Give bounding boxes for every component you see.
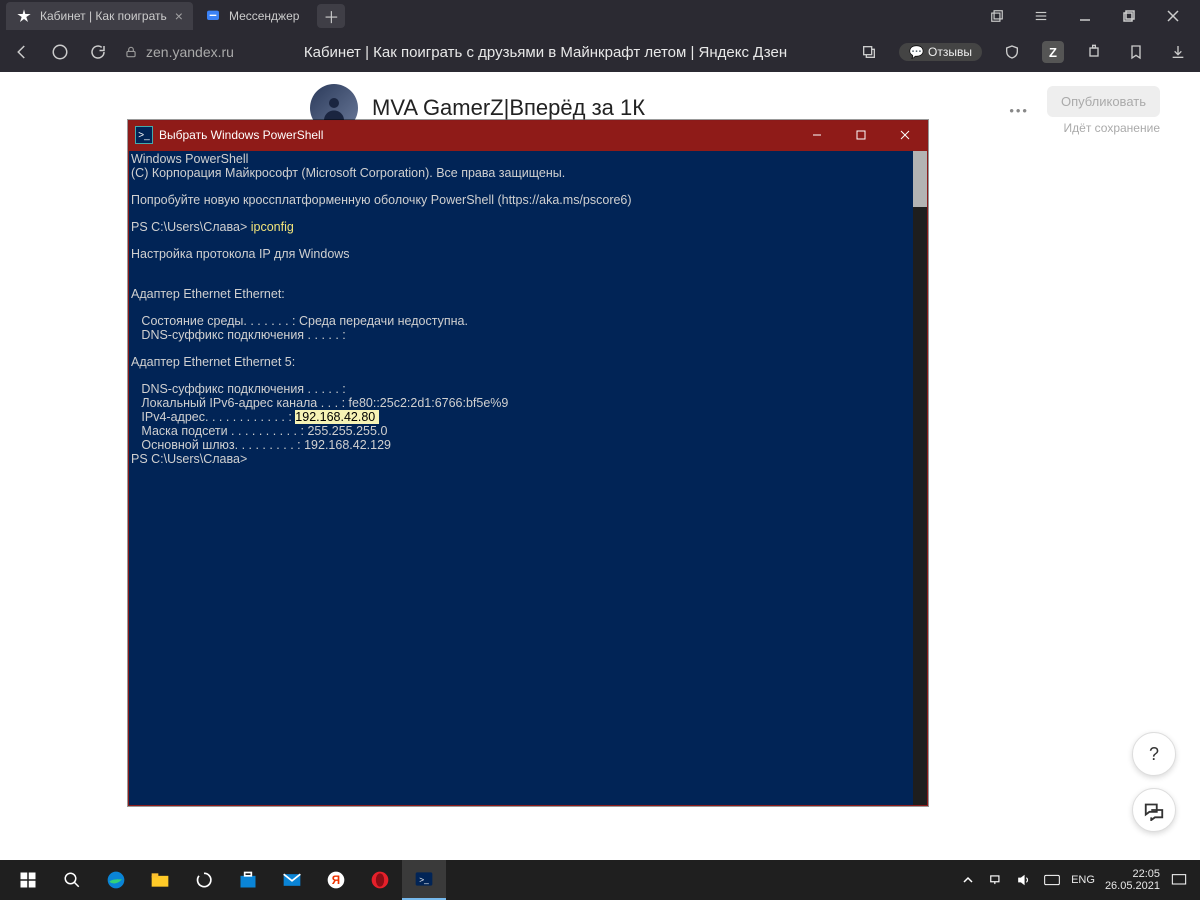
- powershell-title: Выбрать Windows PowerShell: [159, 128, 323, 142]
- taskbar-opera-icon[interactable]: [358, 860, 402, 900]
- ps-line: Попробуйте новую кроссплатформенную обол…: [131, 193, 632, 207]
- ps-ipv4-label: IPv4-адрес. . . . . . . . . . . . :: [131, 410, 295, 424]
- powershell-titlebar[interactable]: >_ Выбрать Windows PowerShell: [129, 121, 927, 149]
- ps-line: Адаптер Ethernet Ethernet:: [131, 287, 285, 301]
- yandex-home-icon[interactable]: [48, 40, 72, 64]
- tab-strip: Кабинет | Как поиграть × Мессенджер ＋: [0, 0, 1200, 32]
- window-minimize-icon[interactable]: [1072, 3, 1098, 29]
- ps-minimize-icon[interactable]: [795, 121, 839, 149]
- reviews-label: Отзывы: [928, 45, 972, 59]
- url-field[interactable]: zen.yandex.ru: [124, 44, 234, 60]
- taskbar-mail-icon[interactable]: [270, 860, 314, 900]
- close-tab-icon[interactable]: ×: [175, 8, 183, 24]
- zen-chip-icon[interactable]: Z: [1042, 41, 1064, 63]
- address-bar: zen.yandex.ru Кабинет | Как поиграть с д…: [0, 32, 1200, 72]
- ps-line: Windows PowerShell: [131, 152, 248, 166]
- taskbar-spiral-icon[interactable]: [182, 860, 226, 900]
- ps-prompt: PS C:\Users\Слава>: [131, 452, 247, 466]
- more-options-icon[interactable]: •••: [1009, 103, 1029, 118]
- chat-icon: [205, 8, 221, 24]
- ps-line: Основной шлюз. . . . . . . . . : 192.168…: [131, 438, 391, 452]
- powershell-window: >_ Выбрать Windows PowerShell Windows Po…: [128, 120, 928, 806]
- svg-text:Я: Я: [332, 874, 340, 887]
- ps-maximize-icon[interactable]: [839, 121, 883, 149]
- help-fab[interactable]: ?: [1132, 732, 1176, 776]
- duplicate-tab-icon[interactable]: [984, 3, 1010, 29]
- page-title: Кабинет | Как поиграть с друзьями в Майн…: [304, 44, 787, 61]
- taskbar-store-icon[interactable]: [226, 860, 270, 900]
- url-text: zen.yandex.ru: [146, 44, 234, 60]
- tab-label: Мессенджер: [229, 9, 299, 23]
- taskbar: Я >_ ENG 22:05 26.05.2021: [0, 860, 1200, 900]
- downloads-icon[interactable]: [1166, 40, 1190, 64]
- channel-title: MVA GamerZ|Вперёд за 1К: [372, 95, 645, 121]
- saving-status: Идёт сохранение: [1047, 121, 1160, 135]
- speech-bubble-icon: 💬: [909, 45, 924, 59]
- powershell-body[interactable]: Windows PowerShell (C) Корпорация Майкро…: [129, 149, 927, 805]
- ps-scrollbar[interactable]: [913, 151, 927, 805]
- taskbar-yandex-icon[interactable]: Я: [314, 860, 358, 900]
- window-close-icon[interactable]: [1160, 3, 1186, 29]
- tray-keyboard-icon[interactable]: [1043, 871, 1061, 889]
- ps-line: Маска подсети . . . . . . . . . . : 255.…: [131, 424, 387, 438]
- ps-line: (C) Корпорация Майкрософт (Microsoft Cor…: [131, 166, 565, 180]
- extensions-icon[interactable]: [1082, 40, 1106, 64]
- bookmark-icon[interactable]: [1124, 40, 1148, 64]
- browser-tab-0[interactable]: Кабинет | Как поиграть ×: [6, 2, 193, 30]
- back-button[interactable]: [10, 40, 34, 64]
- svg-text:>_: >_: [419, 874, 429, 884]
- ps-command: ipconfig: [251, 220, 294, 234]
- browser-menu-icon[interactable]: [1028, 3, 1054, 29]
- feedback-fab[interactable]: [1132, 788, 1176, 832]
- browser-tab-1[interactable]: Мессенджер: [195, 2, 309, 30]
- tray-language[interactable]: ENG: [1071, 874, 1095, 886]
- tray-clock[interactable]: 22:05 26.05.2021: [1105, 868, 1160, 892]
- share-icon[interactable]: [857, 40, 881, 64]
- zen-star-icon: [16, 8, 32, 24]
- tray-volume-icon[interactable]: [1015, 871, 1033, 889]
- taskbar-powershell-icon[interactable]: >_: [402, 860, 446, 900]
- taskbar-edge-icon[interactable]: [94, 860, 138, 900]
- tray-chevron-up-icon[interactable]: [959, 871, 977, 889]
- ps-line: Локальный IPv6-адрес канала . . . : fe80…: [131, 396, 508, 410]
- new-tab-button[interactable]: ＋: [317, 4, 345, 28]
- ps-close-icon[interactable]: [883, 121, 927, 149]
- ps-line: DNS-суффикс подключения . . . . . :: [131, 328, 346, 342]
- ps-ipv4-value: 192.168.42.80: [295, 410, 378, 424]
- tray-time: 22:05: [1132, 868, 1160, 880]
- ps-line: DNS-суффикс подключения . . . . . :: [131, 382, 346, 396]
- page-content: MVA GamerZ|Вперёд за 1К ••• Опубликовать…: [0, 72, 1200, 860]
- tray-network-icon[interactable]: [987, 871, 1005, 889]
- reload-button[interactable]: [86, 40, 110, 64]
- reviews-button[interactable]: 💬 Отзывы: [899, 43, 982, 61]
- window-maximize-icon[interactable]: [1116, 3, 1142, 29]
- ps-line: Настройка протокола IP для Windows: [131, 247, 350, 261]
- tray-date: 26.05.2021: [1105, 880, 1160, 892]
- start-button[interactable]: [6, 860, 50, 900]
- ps-scroll-thumb[interactable]: [913, 151, 927, 207]
- powershell-icon: >_: [135, 126, 153, 144]
- ps-line: Адаптер Ethernet Ethernet 5:: [131, 355, 295, 369]
- publish-button[interactable]: Опубликовать: [1047, 86, 1160, 117]
- tab-label: Кабинет | Как поиграть: [40, 9, 167, 23]
- tray-notifications-icon[interactable]: [1170, 871, 1188, 889]
- lock-icon: [124, 45, 138, 59]
- ps-line: Состояние среды. . . . . . . : Среда пер…: [131, 314, 468, 328]
- taskbar-explorer-icon[interactable]: [138, 860, 182, 900]
- search-icon[interactable]: [50, 860, 94, 900]
- shield-icon[interactable]: [1000, 40, 1024, 64]
- ps-prompt: PS C:\Users\Слава>: [131, 220, 251, 234]
